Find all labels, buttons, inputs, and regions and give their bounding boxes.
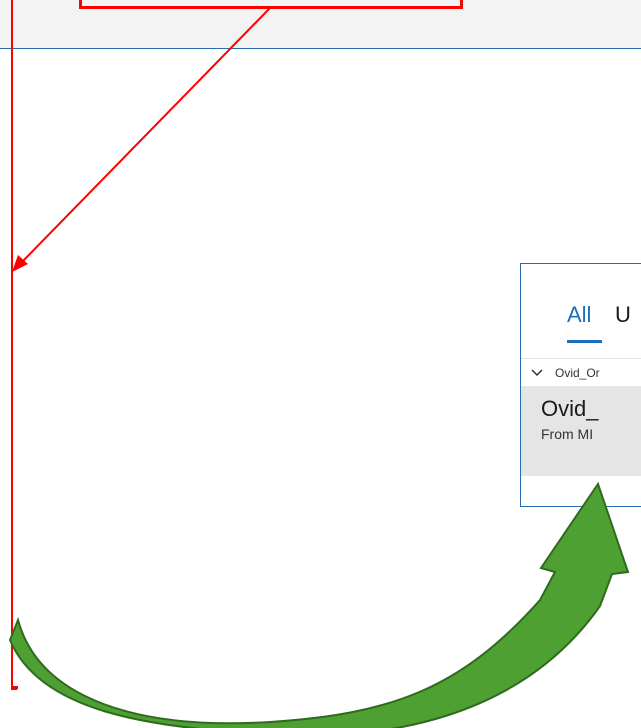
green-curved-arrow xyxy=(8,481,630,728)
annotation-overlay xyxy=(8,7,630,728)
red-arrow-line xyxy=(21,7,271,263)
